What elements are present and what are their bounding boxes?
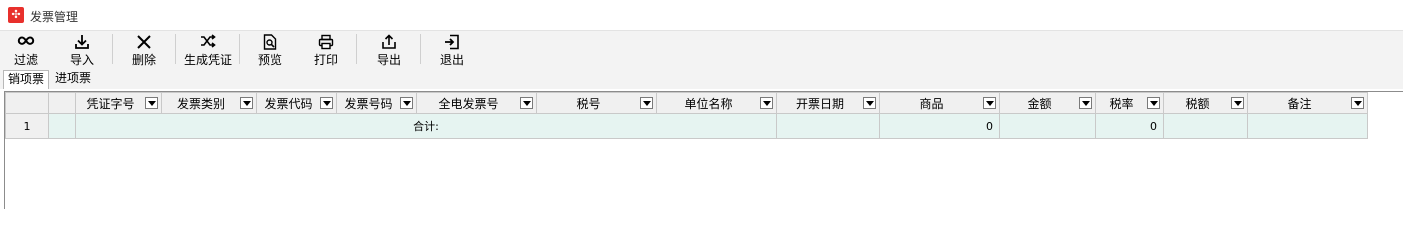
filter-dropdown-icon[interactable]: [640, 97, 653, 109]
download-tray-icon: [64, 34, 100, 50]
filter-button[interactable]: 过滤: [8, 32, 44, 68]
column-header[interactable]: 商品: [879, 92, 1000, 114]
app-invoice-icon: ✣: [8, 7, 24, 23]
table-header-row: 凭证字号 发票类别 发票代码 发票号码 全电发票号 税号 单位名称 开票日期 商…: [5, 92, 1368, 114]
window-title: 发票管理: [30, 10, 79, 24]
filter-dropdown-icon[interactable]: [760, 97, 773, 109]
infinity-filter-icon: [8, 34, 44, 50]
filter-dropdown-icon[interactable]: [145, 97, 158, 109]
import-button[interactable]: 导入: [64, 32, 100, 68]
column-header[interactable]: 发票代码: [256, 92, 337, 114]
filter-dropdown-icon[interactable]: [240, 97, 253, 109]
upload-tray-icon: [371, 34, 407, 50]
printer-icon: [308, 34, 344, 50]
filter-dropdown-icon[interactable]: [863, 97, 876, 109]
invoice-tabs: 销项票 进项票: [0, 69, 1403, 89]
exit-door-icon: [434, 34, 470, 50]
filter-dropdown-icon[interactable]: [320, 97, 333, 109]
invoice-table: 凭证字号 发票类别 发票代码 发票号码 全电发票号 税号 单位名称 开票日期 商…: [5, 92, 1368, 139]
filter-dropdown-icon[interactable]: [1079, 97, 1092, 109]
invoice-grid: 凭证字号 发票类别 发票代码 发票号码 全电发票号 税号 单位名称 开票日期 商…: [4, 91, 1403, 209]
table-cell[interactable]: [999, 113, 1096, 139]
filter-dropdown-icon[interactable]: [400, 97, 413, 109]
toolbar-separator: [239, 34, 240, 64]
print-button[interactable]: 打印: [308, 32, 344, 68]
column-header[interactable]: 金额: [999, 92, 1096, 114]
row-select-cell[interactable]: [48, 113, 76, 139]
amount-total: 0: [879, 113, 1000, 139]
row-number: 1: [5, 113, 49, 139]
select-header: [48, 92, 76, 114]
column-header[interactable]: 税额: [1163, 92, 1248, 114]
tax-amount-total: 0: [1095, 113, 1164, 139]
toolbar-separator: [420, 34, 421, 64]
table-cell[interactable]: [776, 113, 880, 139]
column-header[interactable]: 开票日期: [776, 92, 880, 114]
row-number-header: [5, 92, 49, 114]
filter-dropdown-icon[interactable]: [1231, 97, 1244, 109]
column-header[interactable]: 发票号码: [336, 92, 417, 114]
tab-purchase-invoices[interactable]: 进项票: [51, 70, 95, 89]
filter-dropdown-icon[interactable]: [520, 97, 533, 109]
shuffle-icon: [182, 34, 234, 50]
toolbar: 过滤 导入 删除 生成凭证 预览 打印 导出 退出: [0, 31, 1403, 69]
tab-sales-invoices[interactable]: 销项票: [3, 70, 50, 89]
column-header[interactable]: 税率: [1095, 92, 1164, 114]
filter-dropdown-icon[interactable]: [983, 97, 996, 109]
column-header[interactable]: 全电发票号: [416, 92, 537, 114]
summary-row[interactable]: 1 合计: 0 0: [5, 113, 1368, 139]
column-header[interactable]: 发票类别: [161, 92, 257, 114]
toolbar-separator: [112, 34, 113, 64]
table-cell[interactable]: [1247, 113, 1368, 139]
close-x-icon: [126, 34, 162, 50]
filter-dropdown-icon[interactable]: [1147, 97, 1160, 109]
export-button[interactable]: 导出: [371, 32, 407, 68]
preview-document-icon: [252, 34, 288, 50]
filter-dropdown-icon[interactable]: [1351, 97, 1364, 109]
preview-button[interactable]: 预览: [252, 32, 288, 68]
exit-button[interactable]: 退出: [434, 32, 470, 68]
column-header[interactable]: 税号: [536, 92, 657, 114]
toolbar-separator: [356, 34, 357, 64]
delete-button[interactable]: 删除: [126, 32, 162, 68]
title-bar: ✣ 发票管理: [0, 0, 1403, 31]
generate-voucher-button[interactable]: 生成凭证: [182, 32, 234, 68]
table-cell[interactable]: [1163, 113, 1248, 139]
column-header[interactable]: 单位名称: [656, 92, 777, 114]
column-header[interactable]: 凭证字号: [75, 92, 162, 114]
summary-label: 合计:: [75, 113, 777, 139]
column-header[interactable]: 备注: [1247, 92, 1368, 114]
toolbar-separator: [175, 34, 176, 64]
